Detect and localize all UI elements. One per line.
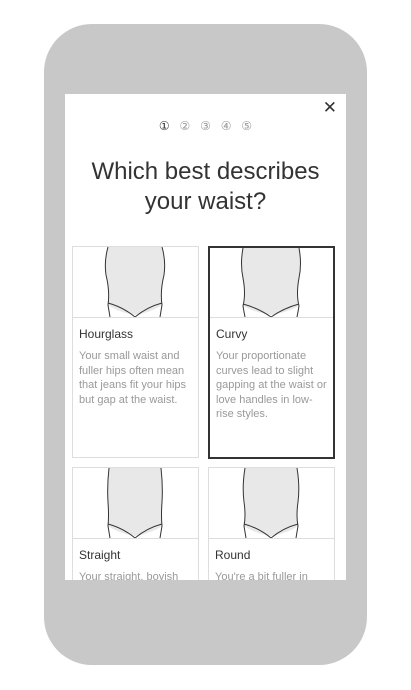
option-description: Your straight, boyish xyxy=(79,571,179,580)
step-indicator: ① ② ③ ④ ⑤ xyxy=(65,119,346,133)
option-description: Your small waist and fuller hips often m… xyxy=(79,350,187,406)
option-card-hourglass[interactable]: Hourglass Your small waist and fuller hi… xyxy=(72,246,199,458)
question-title: Which best describes your waist? xyxy=(91,158,320,215)
option-name: Round xyxy=(215,548,251,562)
step-2: ② xyxy=(179,119,191,133)
close-icon[interactable]: ✕ xyxy=(323,98,337,118)
quiz-modal: ✕ ① ② ③ ④ ⑤ Which best describes your wa… xyxy=(65,94,346,580)
option-description: You're a bit fuller in xyxy=(215,571,308,580)
option-name: Hourglass xyxy=(79,327,134,341)
option-name: Curvy xyxy=(216,327,248,341)
waist-illustration xyxy=(210,248,333,318)
step-1: ① xyxy=(158,119,170,133)
option-card-curvy[interactable]: Curvy Your proportionate curves lead to … xyxy=(208,246,335,459)
step-4: ④ xyxy=(220,119,232,133)
waist-illustration xyxy=(73,468,198,539)
waist-illustration xyxy=(73,247,198,318)
option-description: Your proportionate curves lead to slight… xyxy=(216,350,327,420)
option-name: Straight xyxy=(79,548,121,562)
option-card-straight[interactable]: Straight Your straight, boyish xyxy=(72,467,199,580)
step-5: ⑤ xyxy=(241,119,253,133)
option-card-round[interactable]: Round You're a bit fuller in xyxy=(208,467,335,580)
waist-illustration xyxy=(209,468,334,539)
step-3: ③ xyxy=(200,119,211,133)
